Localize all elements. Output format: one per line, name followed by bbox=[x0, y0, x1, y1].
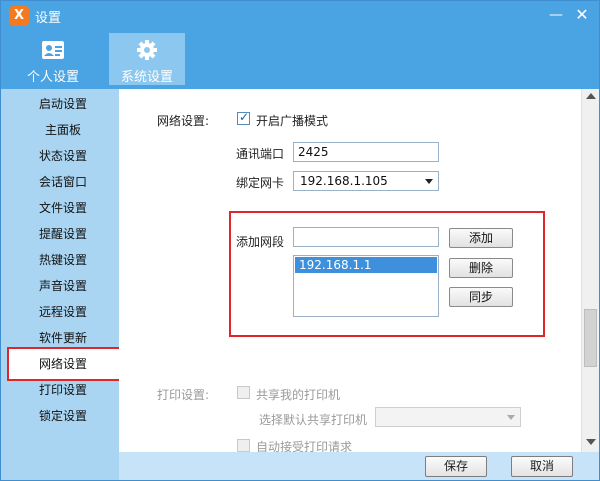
footer-bar: 保存 取消 bbox=[119, 452, 599, 480]
sidebar-item-network[interactable]: 网络设置 bbox=[7, 347, 121, 381]
gear-icon bbox=[137, 40, 157, 60]
auto-accept-checkbox[interactable] bbox=[237, 439, 250, 452]
sidebar-item-remote[interactable]: 远程设置 bbox=[1, 299, 119, 325]
nic-select-value: 192.168.1.105 bbox=[300, 174, 388, 188]
nic-select[interactable]: 192.168.1.105 bbox=[293, 171, 439, 191]
nic-label: 绑定网卡 bbox=[236, 176, 285, 190]
sidebar-item-chat-window[interactable]: 会话窗口 bbox=[1, 169, 119, 195]
top-tab-bar: 个人设置 系统设置 bbox=[1, 31, 599, 89]
tab-personal-settings[interactable]: 个人设置 bbox=[15, 33, 91, 85]
broadcast-mode-label: 开启广播模式 bbox=[256, 114, 329, 128]
list-item[interactable]: 192.168.1.1 bbox=[295, 257, 437, 273]
auto-accept-label: 自动接受打印请求 bbox=[256, 440, 353, 452]
sidebar-item-print[interactable]: 打印设置 bbox=[1, 377, 119, 403]
window-title: 设置 bbox=[35, 11, 62, 26]
broadcast-mode-checkbox[interactable] bbox=[237, 110, 250, 125]
close-icon[interactable]: ✕ bbox=[571, 5, 593, 25]
scroll-up-icon[interactable] bbox=[586, 93, 596, 99]
tab-system-settings[interactable]: 系统设置 bbox=[109, 33, 185, 85]
sidebar-item-hotkey[interactable]: 热键设置 bbox=[1, 247, 119, 273]
sidebar: 启动设置 主面板 状态设置 会话窗口 文件设置 提醒设置 热键设置 声音设置 远… bbox=[1, 89, 121, 480]
tab-system-label: 系统设置 bbox=[120, 70, 173, 85]
share-printer-checkbox[interactable] bbox=[237, 386, 250, 399]
tab-personal-label: 个人设置 bbox=[26, 70, 79, 85]
network-section-label: 网络设置: bbox=[157, 114, 210, 128]
sidebar-item-main-panel[interactable]: 主面板 bbox=[1, 117, 119, 143]
segment-label: 添加网段 bbox=[236, 235, 285, 249]
title-bar: X 设置 — ✕ bbox=[1, 1, 599, 31]
default-printer-select[interactable] bbox=[375, 407, 521, 427]
segment-input[interactable] bbox=[293, 227, 439, 247]
save-button[interactable]: 保存 bbox=[425, 456, 487, 477]
contact-card-icon bbox=[42, 41, 64, 59]
segment-list[interactable]: 192.168.1.1 bbox=[293, 255, 439, 317]
settings-window: X 设置 — ✕ 个人设置 系统设置 启动设置 主面板 状态设置 会话窗口 文件… bbox=[0, 0, 600, 481]
sidebar-item-startup[interactable]: 启动设置 bbox=[1, 91, 119, 117]
scroll-thumb[interactable] bbox=[584, 309, 597, 367]
scroll-down-icon[interactable] bbox=[586, 439, 596, 445]
sidebar-item-lock[interactable]: 锁定设置 bbox=[1, 403, 119, 429]
content-scrollbar[interactable] bbox=[581, 89, 599, 452]
sync-segment-button[interactable]: 同步 bbox=[449, 287, 513, 307]
port-input[interactable]: 2425 bbox=[293, 142, 439, 162]
share-printer-label: 共享我的打印机 bbox=[256, 388, 341, 402]
sidebar-item-reminder[interactable]: 提醒设置 bbox=[1, 221, 119, 247]
chevron-down-icon bbox=[425, 179, 433, 184]
chevron-down-icon bbox=[507, 415, 515, 420]
default-printer-label: 选择默认共享打印机 bbox=[259, 413, 368, 427]
sidebar-item-sound[interactable]: 声音设置 bbox=[1, 273, 119, 299]
sidebar-item-file[interactable]: 文件设置 bbox=[1, 195, 119, 221]
settings-content: 网络设置: 开启广播模式 通讯端口 2425 绑定网卡 192.168.1.10… bbox=[119, 89, 581, 452]
port-label: 通讯端口 bbox=[236, 147, 285, 161]
print-section-label: 打印设置: bbox=[157, 388, 210, 402]
minimize-icon[interactable]: — bbox=[545, 5, 567, 25]
delete-segment-button[interactable]: 删除 bbox=[449, 258, 513, 278]
cancel-button[interactable]: 取消 bbox=[511, 456, 573, 477]
app-logo-icon: X bbox=[9, 6, 29, 26]
add-segment-button[interactable]: 添加 bbox=[449, 228, 513, 248]
sidebar-item-status[interactable]: 状态设置 bbox=[1, 143, 119, 169]
